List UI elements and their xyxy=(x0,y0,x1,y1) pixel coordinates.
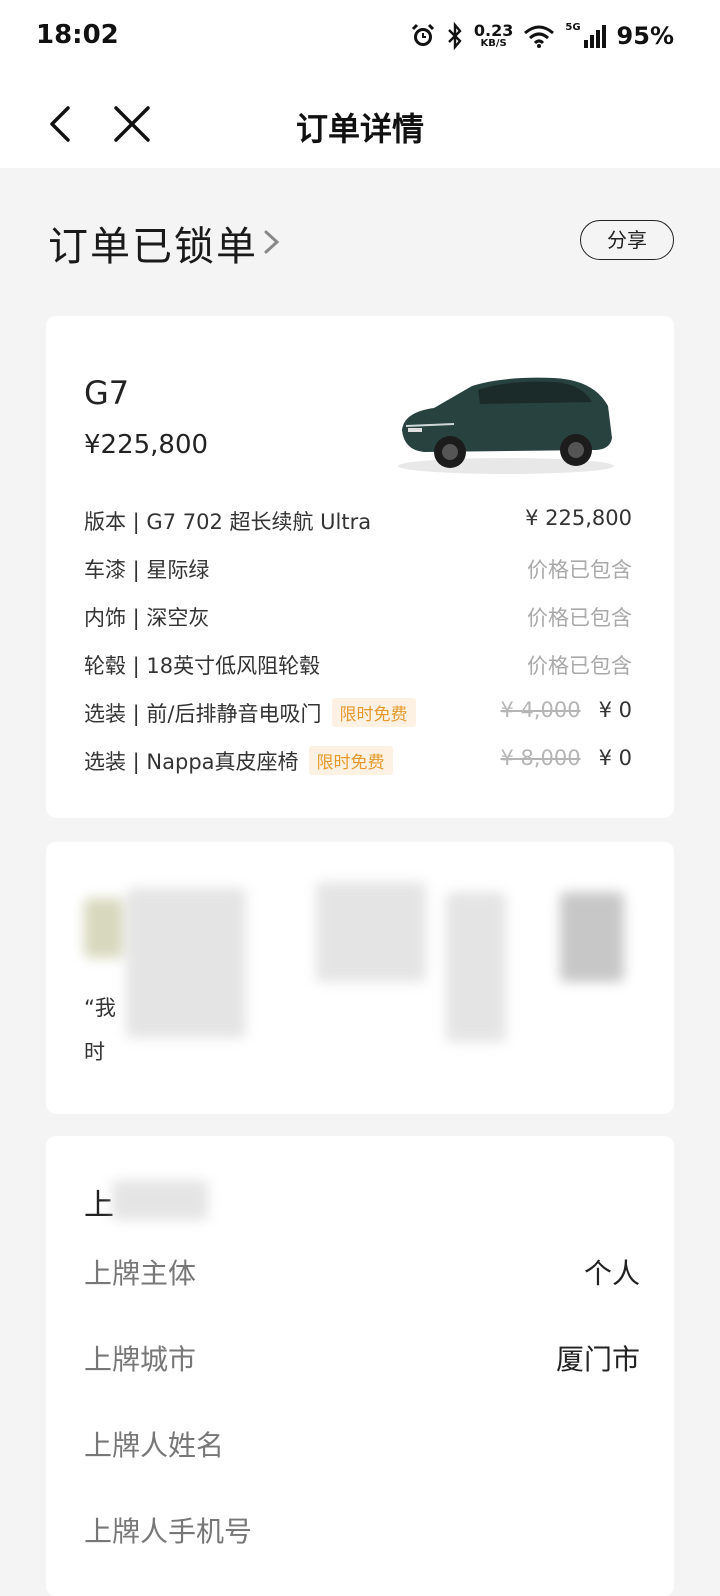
promo-tag: 限时免费 xyxy=(331,698,416,727)
config-row-paint: 车漆 | 星际绿 价格已包含 xyxy=(84,558,632,582)
avatar xyxy=(84,898,124,958)
section-heading: 上 xyxy=(84,1188,114,1223)
order-status-title[interactable]: 订单已锁单 xyxy=(48,214,258,272)
info-row-owner-type: 上牌主体 个人 xyxy=(84,1257,640,1290)
status-bar: 18:02 0.23 KB/S 5G 95% xyxy=(0,0,720,80)
car-config-card: G7 ¥225,800 版本 | G7 702 超长续航 Ultra ¥ 225… xyxy=(46,316,674,818)
clock: 18:02 xyxy=(36,20,119,50)
config-row-interior: 内饰 | 深空灰 价格已包含 xyxy=(84,606,632,630)
original-price: ¥ 4,000 xyxy=(500,698,581,722)
plate-info-card: 上 上牌主体 个人 上牌城市 厦门市 上牌人姓名 上牌人手机号 xyxy=(46,1136,674,1596)
promo-tag: 限时免费 xyxy=(308,746,393,775)
redacted-block xyxy=(446,892,506,1042)
current-price: ¥ 0 xyxy=(598,746,632,770)
current-price: ¥ 0 xyxy=(598,698,632,722)
order-status-row: 订单已锁单 分享 xyxy=(48,214,674,270)
redacted-block xyxy=(126,888,246,1038)
car-price: ¥225,800 xyxy=(84,430,209,460)
network-type: 5G xyxy=(565,21,581,33)
original-price: ¥ 8,000 xyxy=(500,746,581,770)
info-row-city: 上牌城市 厦门市 xyxy=(84,1343,640,1376)
config-row-version: 版本 | G7 702 超长续航 Ultra ¥ 225,800 xyxy=(84,506,632,534)
config-row-option-seats: 选装 | Nappa真皮座椅 限时免费 ¥ 8,000 ¥ 0 xyxy=(84,746,632,775)
config-row-wheels: 轮毂 | 18英寸低风阻轮毂 价格已包含 xyxy=(84,654,632,678)
net-speed: 0.23 KB/S xyxy=(473,21,514,49)
quote-text: “我 xyxy=(84,996,116,1020)
signal-icon xyxy=(583,25,606,48)
alarm-icon xyxy=(411,23,434,46)
status-icons: 0.23 KB/S 5G 95% xyxy=(410,22,674,50)
chevron-right-icon[interactable] xyxy=(260,222,284,262)
redacted-image xyxy=(560,892,624,982)
redacted-block xyxy=(316,882,426,982)
battery-level: 95% xyxy=(616,22,674,50)
obscured-card: “我 时 xyxy=(46,842,674,1114)
info-row-phone: 上牌人手机号 xyxy=(84,1515,253,1548)
config-row-option-doors: 选装 | 前/后排静音电吸门 限时免费 ¥ 4,000 ¥ 0 xyxy=(84,698,632,727)
wifi-icon xyxy=(524,25,555,48)
redacted-block xyxy=(112,1180,208,1220)
car-image xyxy=(398,377,614,474)
quote-text: 时 xyxy=(84,1040,105,1064)
bluetooth-icon xyxy=(448,22,462,50)
share-button[interactable]: 分享 xyxy=(580,220,674,260)
car-model: G7 xyxy=(84,374,130,412)
info-row-name: 上牌人姓名 xyxy=(84,1429,225,1462)
page-title: 订单详情 xyxy=(295,110,424,148)
nav-bar: 订单详情 xyxy=(0,80,720,168)
